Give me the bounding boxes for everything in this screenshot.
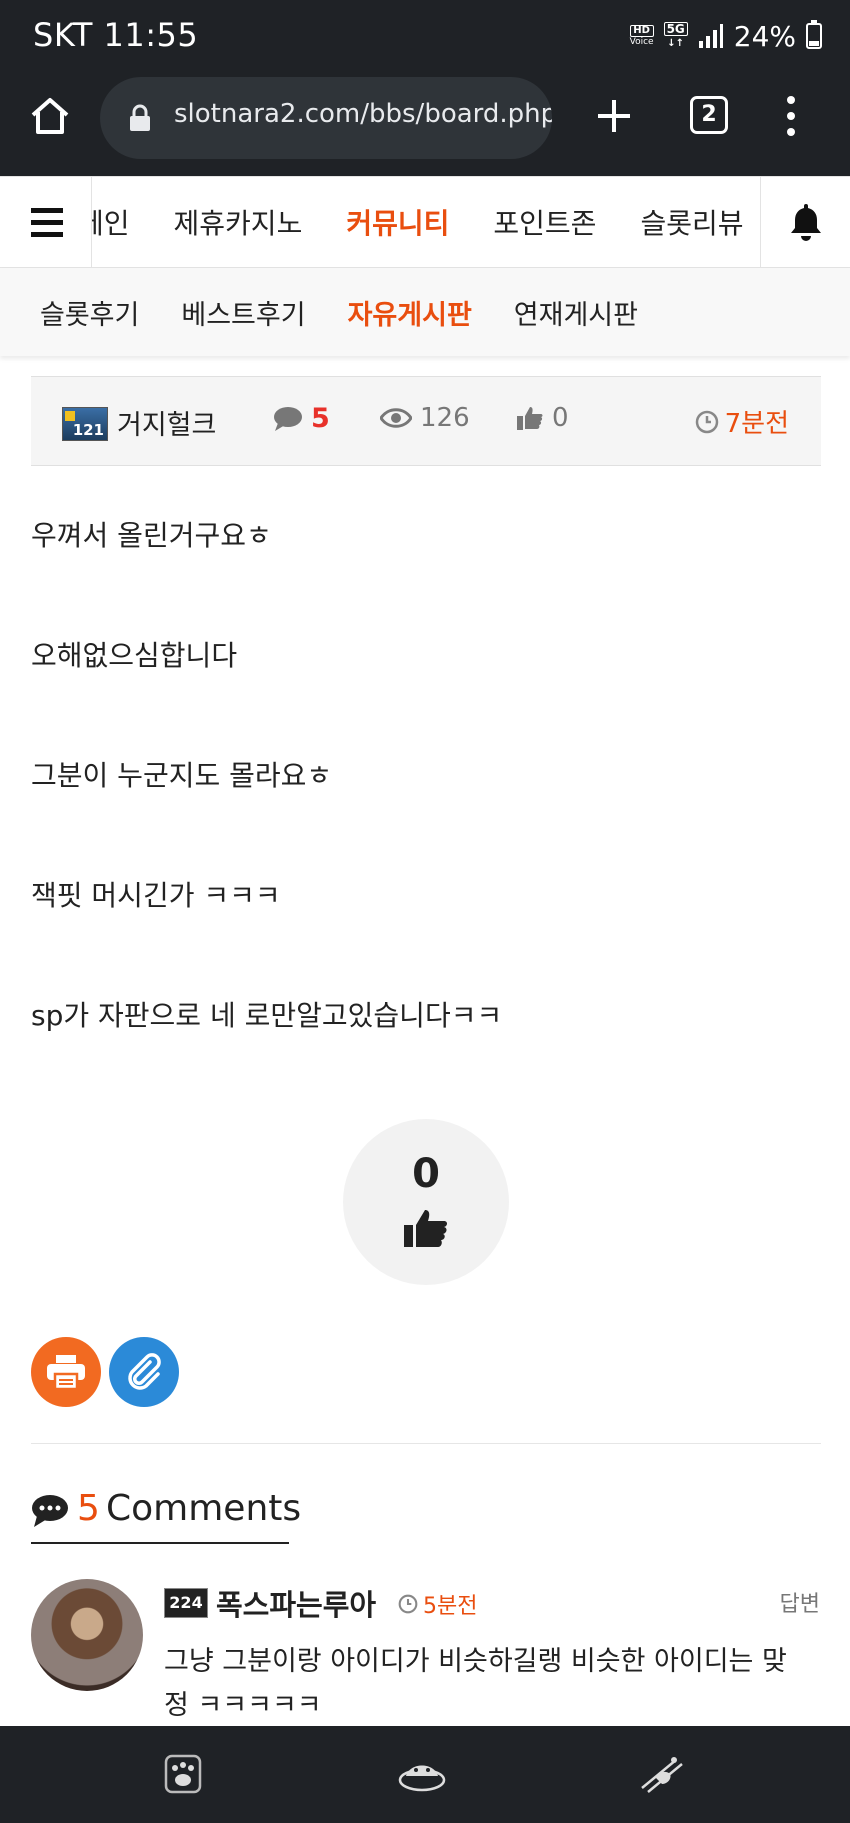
author-level-badge: 121 [62, 407, 108, 441]
subnav-item-free-board[interactable]: 자유게시판 [348, 293, 472, 332]
battery-percent: 24% [733, 19, 796, 53]
status-bar: SKT 11:55 HD Voice 5G ↓↑ 24% [0, 0, 850, 72]
post-paragraph: 그분이 누군지도 몰라요ㅎ [31, 759, 333, 792]
comment-author[interactable]: 폭스파는루아 [216, 1582, 376, 1624]
bell-icon [791, 204, 821, 241]
comment-level-badge: 224 [164, 1588, 208, 1618]
subnav-item-serial-board[interactable]: 연재게시판 [514, 293, 638, 332]
pet-icon[interactable] [636, 1748, 688, 1800]
like-count: 0 [412, 1151, 440, 1197]
comment-text: 그냥 그분이랑 아이디가 비슷하길랭 비슷한 아이디는 맞정 ㅋㅋㅋㅋㅋ [164, 1646, 787, 1721]
signal-icon [698, 24, 723, 48]
nav-item-main[interactable]: 메인 [92, 202, 130, 242]
post-paragraph: 오해없으심합니다 [31, 639, 238, 672]
main-menu: 메인 제휴카지노 커뮤니티 포인트존 슬롯리뷰 [92, 177, 760, 267]
post-comment-count: 5 [273, 403, 330, 434]
thumbs-up-icon [404, 1210, 447, 1247]
nav-item-partner-casino[interactable]: 제휴카지노 [174, 202, 303, 242]
hd-voice-icon: HD Voice [629, 25, 654, 47]
site-nav: 메인 제휴카지노 커뮤니티 포인트존 슬롯리뷰 [0, 176, 850, 268]
reply-button[interactable]: 답변 [780, 1586, 820, 1618]
print-button[interactable] [31, 1337, 101, 1407]
post-paragraph: 우껴서 올린거구요ㅎ [31, 519, 272, 552]
post-content: 우껴서 올린거구요ㅎ 오해없으심합니다 그분이 누군지도 몰라요ㅎ 잭핏 머시긴… [31, 512, 821, 1112]
plus-icon[interactable] [592, 94, 636, 138]
more-vert-icon[interactable] [778, 94, 804, 138]
post-paragraph: sp가 자판으로 네 로만알고있습니다ㅋㅋ [31, 999, 503, 1032]
carrier-time: SKT 11:55 [33, 16, 199, 54]
nav-item-slot[interactable]: 슬롯리뷰 [640, 202, 743, 242]
eye-icon [380, 408, 412, 428]
divider [31, 1443, 821, 1444]
paperclip-icon [128, 1353, 161, 1390]
notification-button[interactable] [760, 177, 850, 267]
thumbs-up-icon [517, 407, 543, 430]
comments-header: 5 Comments [31, 1484, 301, 1544]
avatar[interactable] [31, 1579, 143, 1691]
post-paragraph: 잭핏 머시긴가 ㅋㅋㅋ [31, 879, 281, 912]
status-icons: HD Voice 5G ↓↑ 24% [629, 16, 822, 56]
comment-time: 5분전 [398, 1588, 477, 1620]
post-likes: 0 [516, 403, 569, 433]
nav-item-community[interactable]: 커뮤니티 [346, 202, 449, 242]
post-info-bar: 121 거지헐크 5 126 0 7분전 [31, 376, 821, 466]
url-text: slotnara2.com/bbs/board.php? [174, 99, 552, 129]
home-icon[interactable] [28, 94, 72, 138]
comments-label: Comments [106, 1488, 302, 1529]
comment-icon [274, 406, 302, 431]
print-icon [47, 1355, 85, 1390]
subnav-item-slot-review[interactable]: 슬롯후기 [40, 293, 139, 332]
sub-nav: 슬롯후기 베스트후기 자유게시판 연재게시판 [0, 268, 850, 356]
post-time: 7분전 [695, 403, 789, 440]
clock-icon [398, 1594, 418, 1614]
paw-icon[interactable] [157, 1748, 209, 1800]
bottom-bar [0, 1726, 850, 1823]
browser-toolbar: slotnara2.com/bbs/board.php? 2 [0, 72, 850, 176]
comment-icon [32, 1495, 68, 1527]
like-button[interactable]: 0 [343, 1119, 509, 1285]
network-5g-icon: 5G ↓↑ [663, 22, 688, 50]
lock-icon [130, 104, 150, 131]
post-views: 126 [380, 403, 470, 433]
hamburger-icon[interactable] [0, 177, 92, 267]
clock-icon [695, 410, 718, 433]
subnav-item-best-review[interactable]: 베스트후기 [181, 293, 305, 332]
comments-count: 5 [77, 1488, 100, 1529]
post-author[interactable]: 거지헐크 [117, 403, 216, 442]
battery-icon [806, 20, 822, 49]
food-bowl-icon[interactable] [396, 1748, 448, 1800]
tabs-icon[interactable]: 2 [690, 96, 728, 134]
nav-item-point-zone[interactable]: 포인트존 [493, 202, 596, 242]
copy-link-button[interactable] [109, 1337, 179, 1407]
address-bar[interactable]: slotnara2.com/bbs/board.php? [100, 77, 552, 159]
